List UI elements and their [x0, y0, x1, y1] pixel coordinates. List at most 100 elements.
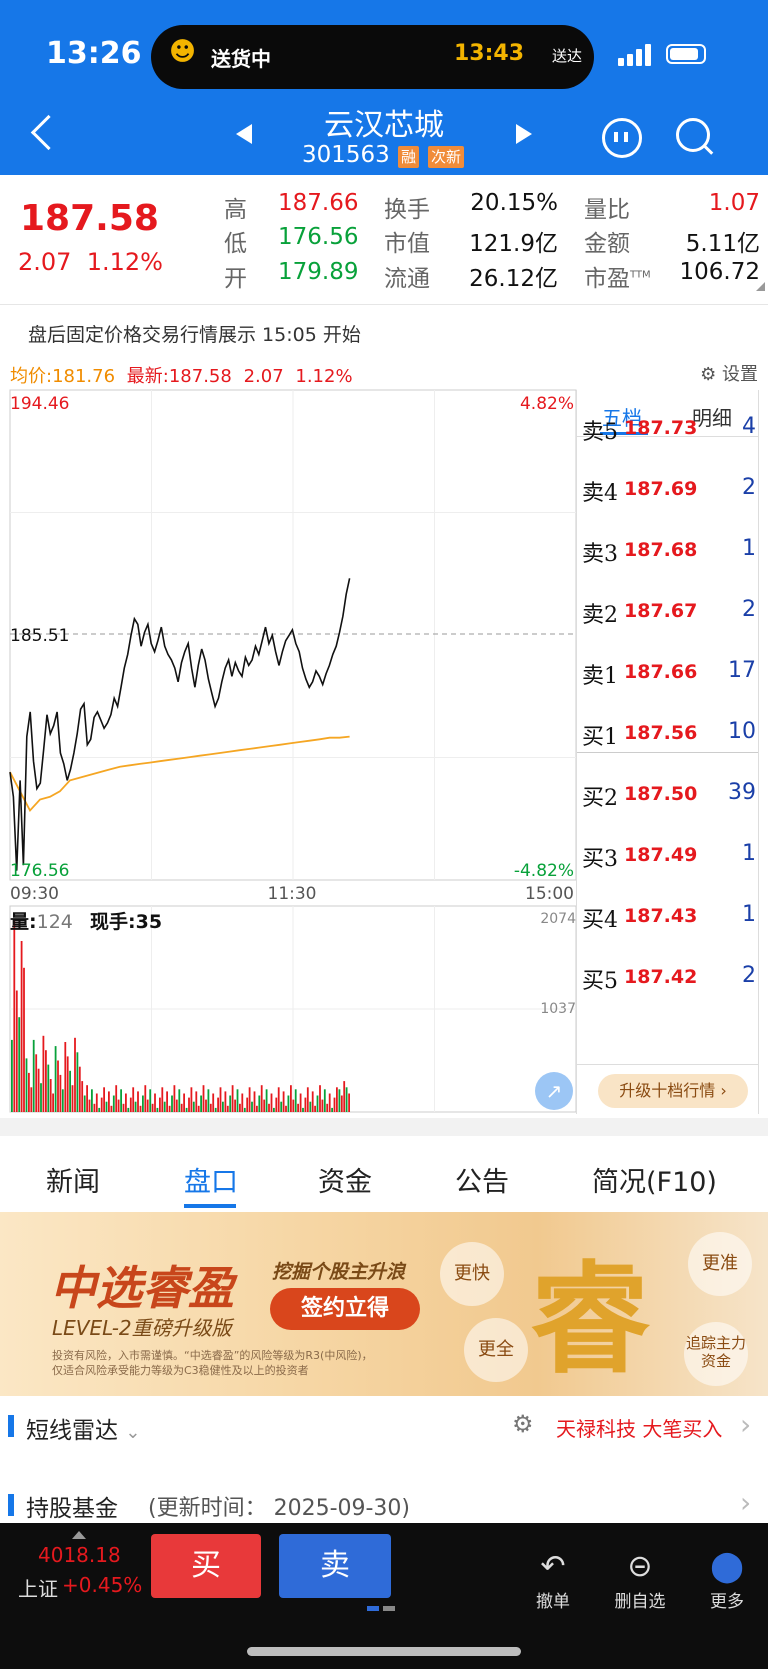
turnover-value: 20.15% [470, 190, 558, 216]
volume-bar [13, 920, 16, 1112]
fund-marker [8, 1494, 14, 1516]
remove-watchlist-label: 删自选 [614, 1592, 666, 1612]
tab-news[interactable]: 新闻 [46, 1160, 100, 1199]
ask-row[interactable]: 卖3 187.68 1 [582, 536, 756, 576]
tab-announcements[interactable]: 公告 [455, 1160, 509, 1199]
more-label: 更多 [710, 1592, 744, 1612]
volume-bar [294, 1089, 297, 1112]
bid-row[interactable]: 买2 187.50 39 [582, 780, 756, 820]
sell-button[interactable]: 卖 [279, 1534, 391, 1598]
turnover-label: 换手 [384, 197, 430, 223]
volume-bar [78, 1066, 81, 1112]
dynamic-island[interactable]: ☻ 送货中 13:43 送达 [151, 25, 594, 89]
volume-bar [343, 1081, 346, 1112]
index-pct[interactable]: +0.45% [62, 1573, 142, 1597]
volume-bar [299, 1093, 302, 1112]
low-label: 低 [224, 231, 247, 257]
ask-row[interactable]: 卖4 187.69 2 [582, 475, 756, 515]
volume-bar [98, 1107, 101, 1112]
ask-row[interactable]: 卖2 187.67 2 [582, 597, 756, 637]
fund-chevron-right-icon[interactable]: › [740, 1486, 751, 1519]
volume-bar [229, 1095, 232, 1112]
volume-bar [236, 1089, 239, 1112]
volume-bar [15, 990, 18, 1112]
next-stock-icon[interactable] [516, 124, 532, 144]
promo-banner[interactable]: 中选睿盈 LEVEL-2重磅升级版 挖掘个股主升浪 签约立得 投资有风险，入市需… [0, 1212, 768, 1396]
level-label: 买4 [582, 908, 618, 933]
radar-gear-icon[interactable]: ⚙ [512, 1410, 534, 1438]
fund-title[interactable]: 持股基金 [26, 1489, 118, 1523]
current-hand-value: 35 [136, 911, 162, 933]
index-name[interactable]: 上证 [18, 1573, 58, 1602]
volume-bar [212, 1093, 215, 1112]
page-dot-active [367, 1606, 379, 1611]
volume-bar [226, 1105, 229, 1112]
ask-row[interactable]: 卖5 187.73 4 [582, 414, 756, 454]
volume-bar [331, 1107, 333, 1112]
bid-row[interactable]: 买1 187.56 10 [582, 719, 756, 759]
radar-title[interactable]: 短线雷达 ⌄ [26, 1411, 140, 1445]
buy-button[interactable]: 买 [151, 1534, 261, 1598]
volume-bar [110, 1105, 113, 1112]
cancel-order-label: 撤单 [536, 1592, 570, 1612]
avg-price-line [9, 735, 350, 813]
cancel-order-button[interactable]: ↶ 撤单 [518, 1547, 588, 1612]
banner-cta-button[interactable]: 签约立得 [270, 1288, 420, 1330]
volume-bar [190, 1087, 193, 1112]
level-label: 卖1 [582, 664, 618, 689]
chart-settings[interactable]: ⚙ 设置 [700, 360, 758, 386]
upgrade-level10-button[interactable]: 升级十档行情 › [598, 1074, 748, 1108]
volume-bar [285, 1105, 287, 1112]
bubble-accurate: 更准 [688, 1232, 752, 1296]
volume-bar [243, 1107, 246, 1112]
volume-bar [207, 1089, 210, 1112]
volume-bar [156, 1107, 159, 1112]
volume-bar [59, 1074, 62, 1112]
banner-subtitle: LEVEL-2重磅升级版 [52, 1316, 232, 1340]
island-tag: 送达 [551, 47, 582, 65]
ask-row[interactable]: 卖1 187.66 17 [582, 658, 756, 698]
volume-bar [35, 1054, 38, 1112]
bid-row[interactable]: 买5 187.42 2 [582, 963, 756, 1003]
expand-corner-icon[interactable] [756, 282, 765, 291]
pe-value: 106.72 [679, 259, 760, 285]
y-tick-mid: 185.51 [10, 626, 69, 646]
remove-watchlist-button[interactable]: ⊝ 删自选 [605, 1547, 675, 1612]
radar-title-text: 短线雷达 [26, 1418, 118, 1444]
volume-bar [57, 1060, 59, 1112]
volume-bar [42, 1035, 45, 1112]
more-button[interactable]: ⬤ 更多 [692, 1547, 762, 1612]
minus-circle-icon: ⊝ [627, 1549, 653, 1584]
radar-alert[interactable]: 天禄科技 大笔买入 [556, 1413, 722, 1442]
tab-handicap[interactable]: 盘口 [184, 1160, 238, 1199]
y-tick-top: 194.46 [10, 394, 69, 414]
volume-bar [222, 1101, 224, 1112]
tab-f10[interactable]: 简况(F10) [592, 1160, 717, 1199]
volume-bar [117, 1099, 120, 1112]
volume-bar [217, 1097, 219, 1112]
orderbook-bottom-line [577, 1064, 758, 1065]
radar-chevron-right-icon[interactable]: › [740, 1408, 751, 1441]
market-cap-value: 121.9亿 [469, 231, 558, 257]
tab-funds[interactable]: 资金 [318, 1160, 372, 1199]
volume-bar [66, 1056, 69, 1112]
volume-bar [30, 1087, 33, 1112]
open-label: 开 [224, 266, 247, 292]
bid-row[interactable]: 买3 187.49 1 [582, 841, 756, 881]
volume-bar [306, 1087, 309, 1112]
chat-icon[interactable] [602, 118, 642, 158]
index-up-arrow-icon [72, 1531, 86, 1539]
price-line [9, 578, 351, 871]
low-value: 176.56 [278, 224, 359, 250]
vol-mid-label: 1037 [540, 1001, 576, 1017]
level-volume: 1 [742, 841, 756, 866]
index-value[interactable]: 4018.18 [38, 1543, 121, 1567]
bid-row[interactable]: 买4 187.43 1 [582, 902, 756, 942]
volume-bar [273, 1107, 275, 1112]
home-indicator[interactable] [247, 1647, 521, 1656]
volume-bar [260, 1085, 263, 1112]
volume-bar [83, 1095, 86, 1112]
volume-bar [241, 1093, 244, 1112]
volume-bar [20, 941, 23, 1112]
volume-bar [316, 1095, 319, 1112]
